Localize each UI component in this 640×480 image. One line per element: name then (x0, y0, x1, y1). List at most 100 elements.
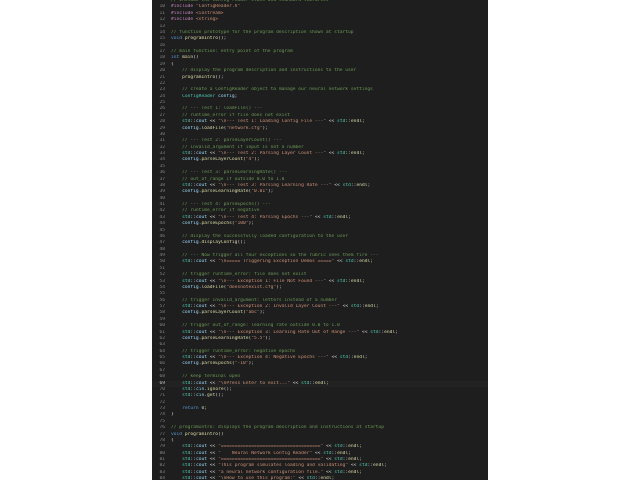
code-token: << (207, 444, 219, 450)
code-token: << (207, 278, 219, 284)
code-token: << (207, 182, 219, 188)
code-token: // keep terminal open (182, 374, 241, 380)
code-token: <string> (195, 17, 219, 23)
code-token: << (207, 119, 219, 125)
code-token: ConfigReader (182, 93, 219, 99)
code-token: endl (373, 463, 385, 469)
code-token: config (182, 240, 199, 246)
code-token: "\n--- Exception 3: Learning Rate Out of… (218, 329, 360, 335)
code-token: config (182, 361, 199, 367)
code-token: cout (195, 444, 208, 450)
code-token: "-10" (234, 361, 249, 367)
code-token: << (339, 304, 351, 309)
code-token: << (207, 476, 219, 480)
code-token: endl (337, 450, 349, 456)
code-token: << (328, 355, 340, 360)
code-token: cout (195, 476, 208, 480)
code-token: { (171, 437, 174, 443)
code-token: ); (254, 157, 260, 163)
code-token: ; (359, 444, 362, 450)
code-token: endl (350, 119, 362, 125)
code-token: "a neural network configuration file." (218, 469, 324, 475)
code-token: config (182, 284, 199, 290)
code-line[interactable]: 84 std::cout << "\nHow to use this progr… (152, 476, 488, 480)
code-token: ; (367, 182, 371, 188)
code-token: ; (375, 304, 379, 309)
code-token: << (207, 355, 219, 360)
code-token: config (182, 189, 199, 195)
code-token: loadFile (201, 284, 224, 290)
code-token: ; (364, 355, 368, 360)
code-token: // --- Test 3: parseLearningRate() --- (182, 170, 288, 176)
code-token: // trigger invalid_argument: letters ins… (182, 297, 337, 303)
code-token: << (207, 329, 219, 335)
code-token: parseLayerCount (201, 157, 243, 163)
code-editor[interactable]: // Include the config-reader class and s… (152, 0, 488, 480)
code-token: (); (215, 393, 224, 399)
code-token: "\n--- Exception 1: File Not Found ---" (218, 278, 326, 284)
code-token: (); (237, 240, 246, 246)
code-token: // trigger runtime_error: negative epoch… (182, 348, 296, 354)
code-token: "4" (245, 157, 255, 163)
code-token: displayConfig (201, 240, 238, 246)
code-token: ); (248, 221, 255, 227)
code-token: programIntro (184, 431, 219, 437)
code-token: cout (195, 450, 208, 456)
code-token: ; (384, 463, 387, 469)
code-token: cout (195, 463, 208, 469)
code-token: "\n--- Exception 4: Negative Epochs ---" (218, 355, 329, 360)
code-token: "This program simulates loading and vali… (218, 463, 349, 469)
code-token: << (207, 469, 219, 475)
code-token: config (182, 335, 199, 341)
code-token: ; (359, 457, 362, 462)
code-token: int (171, 55, 183, 61)
code-token: "====================================" (218, 457, 324, 462)
code-token: endl (356, 182, 368, 188)
code-token: ignore (207, 386, 224, 392)
code-token: "\nHow to use this program:" (218, 476, 296, 480)
code-token: // --- Test 2: parseLayerCount() --- (182, 138, 282, 144)
code-token: ; (348, 214, 351, 220)
code-token: ); (276, 284, 282, 290)
code-lines[interactable]: // Include the config-reader class and s… (152, 0, 488, 480)
code-token: parseLearningRate (201, 335, 249, 341)
code-token: "\n===== Triggering Exception Demos ====… (218, 259, 335, 265)
code-token: cout (195, 329, 208, 335)
code-token: // out_of_range if outside 0.0 to 1.0 (182, 176, 285, 182)
code-token: void (171, 431, 185, 437)
code-token: #include (171, 10, 196, 16)
code-token: std (323, 214, 332, 220)
code-token: std (342, 182, 351, 188)
code-token: << (323, 457, 335, 462)
code-token: ; (361, 151, 365, 156)
code-token: endl (384, 329, 396, 335)
code-token: "\n--- Test 2: Parsing Layer Count ---" (218, 151, 326, 156)
code-token: cout (195, 355, 208, 360)
code-token: cin (195, 393, 205, 399)
code-token: config (182, 157, 199, 163)
code-token: "0.01" (251, 189, 268, 195)
code-token: void (171, 36, 185, 42)
code-token: << (207, 450, 219, 456)
code-token: cout (195, 151, 208, 156)
code-token: (); (215, 74, 224, 80)
code-token: cout (195, 182, 208, 188)
code-token: cout (195, 380, 208, 386)
